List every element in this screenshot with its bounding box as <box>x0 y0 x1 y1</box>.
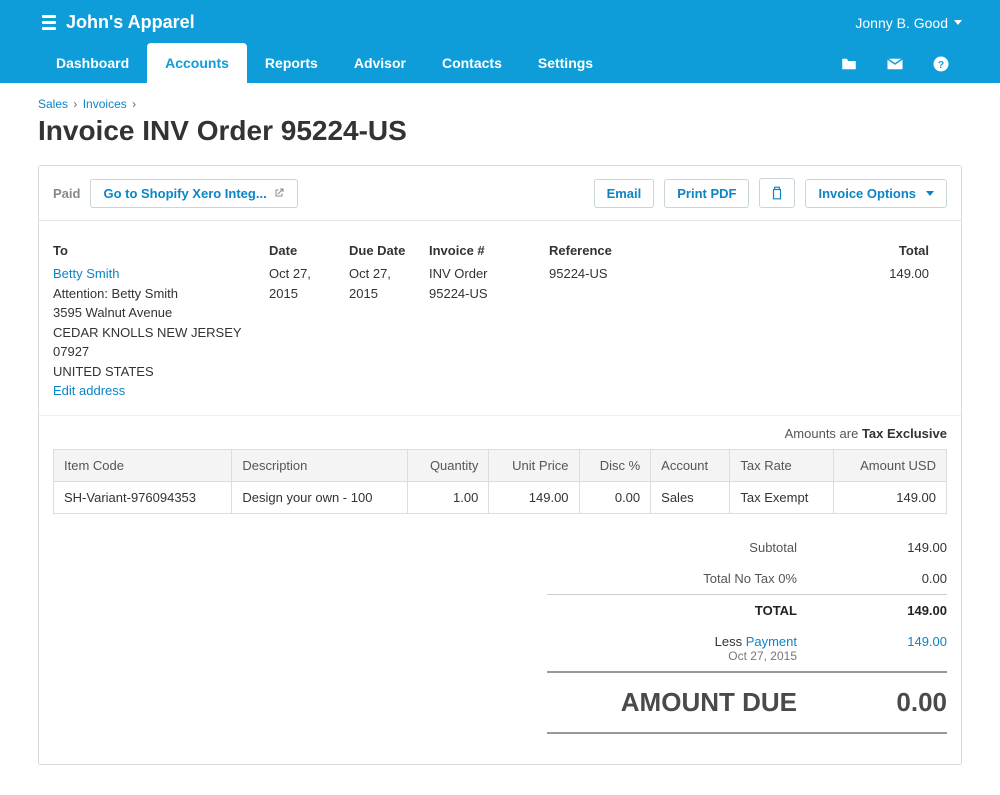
no-tax-label: Total No Tax 0% <box>567 571 827 586</box>
breadcrumb-invoices[interactable]: Invoices <box>83 97 127 111</box>
chevron-down-icon <box>954 20 962 25</box>
address-attention: Attention: Betty Smith <box>53 286 178 301</box>
email-button[interactable]: Email <box>594 179 655 208</box>
chevron-down-icon <box>926 191 934 196</box>
invoice-card: Paid Go to Shopify Xero Integ... Email P… <box>38 165 962 765</box>
meta-reference-label: Reference <box>549 243 809 258</box>
nav-tab-accounts[interactable]: Accounts <box>147 43 247 83</box>
nav-tab-dashboard[interactable]: Dashboard <box>38 43 147 83</box>
nav-tab-advisor[interactable]: Advisor <box>336 43 424 83</box>
cell-item-code: SH-Variant-976094353 <box>54 481 232 513</box>
subtotal-value: 149.00 <box>827 540 947 555</box>
less-label: Less <box>715 634 746 649</box>
nav-tab-reports[interactable]: Reports <box>247 43 336 83</box>
amount-due-label: AMOUNT DUE <box>567 687 827 718</box>
col-disc: Disc % <box>579 449 651 481</box>
cell-amount: 149.00 <box>834 481 947 513</box>
total-value: 149.00 <box>827 603 947 618</box>
meta-invoice-label: Invoice # <box>429 243 531 258</box>
meta-to-label: To <box>53 243 251 258</box>
main-nav: DashboardAccountsReportsAdvisorContactsS… <box>38 43 611 83</box>
nav-tab-contacts[interactable]: Contacts <box>424 43 520 83</box>
table-row: SH-Variant-976094353Design your own - 10… <box>54 481 947 513</box>
folder-icon[interactable] <box>838 55 860 73</box>
subtotal-label: Subtotal <box>567 540 827 555</box>
page-title: Invoice INV Order 95224-US <box>38 115 962 147</box>
col-unit-price: Unit Price <box>489 449 579 481</box>
total-label: TOTAL <box>567 603 827 618</box>
no-tax-value: 0.00 <box>827 571 947 586</box>
meta-invoice-value: INV Order 95224-US <box>429 264 531 303</box>
cell-disc: 0.00 <box>579 481 651 513</box>
meta-total-value: 149.00 <box>827 264 929 284</box>
col-description: Description <box>232 449 408 481</box>
help-icon[interactable]: ? <box>930 55 952 73</box>
menu-list-icon <box>38 15 56 30</box>
col-item-code: Item Code <box>54 449 232 481</box>
amount-due-value: 0.00 <box>827 687 947 718</box>
meta-total-label: Total <box>827 243 929 258</box>
user-name: Jonny B. Good <box>855 15 948 31</box>
org-switcher[interactable]: John's Apparel <box>38 12 195 33</box>
meta-date-value: Oct 27, 2015 <box>269 264 331 303</box>
cell-tax-rate: Tax Exempt <box>730 481 834 513</box>
svg-text:?: ? <box>938 59 944 71</box>
shopify-integration-button[interactable]: Go to Shopify Xero Integ... <box>90 179 297 208</box>
payment-date: Oct 27, 2015 <box>567 649 797 663</box>
col-amount: Amount USD <box>834 449 947 481</box>
invoice-options-button[interactable]: Invoice Options <box>805 179 947 208</box>
cell-account: Sales <box>651 481 730 513</box>
cell-quantity: 1.00 <box>408 481 489 513</box>
payment-link[interactable]: Payment <box>746 634 797 649</box>
print-pdf-button[interactable]: Print PDF <box>664 179 749 208</box>
address-city: CEDAR KNOLLS NEW JERSEY 07927 <box>53 325 241 360</box>
org-name: John's Apparel <box>66 12 195 33</box>
copy-button[interactable] <box>759 178 795 208</box>
meta-reference-value: 95224-US <box>549 264 809 284</box>
meta-date-label: Date <box>269 243 331 258</box>
address-country: UNITED STATES <box>53 364 154 379</box>
status-badge: Paid <box>53 186 80 201</box>
line-items-table: Item Code Description Quantity Unit Pric… <box>53 449 947 514</box>
shopify-button-label: Go to Shopify Xero Integ... <box>103 186 266 201</box>
nav-tab-settings[interactable]: Settings <box>520 43 611 83</box>
edit-address-link[interactable]: Edit address <box>53 383 125 398</box>
amounts-note: Amounts are Tax Exclusive <box>39 416 961 449</box>
cell-unit-price: 149.00 <box>489 481 579 513</box>
payment-amount: 149.00 <box>827 634 947 649</box>
col-quantity: Quantity <box>408 449 489 481</box>
user-menu[interactable]: Jonny B. Good <box>855 15 962 31</box>
external-link-icon <box>273 187 285 199</box>
col-tax-rate: Tax Rate <box>730 449 834 481</box>
address-street: 3595 Walnut Avenue <box>53 305 172 320</box>
col-account: Account <box>651 449 730 481</box>
meta-due-value: Oct 27, 2015 <box>349 264 411 303</box>
cell-description: Design your own - 100 <box>232 481 408 513</box>
top-header: John's Apparel Jonny B. Good DashboardAc… <box>0 0 1000 83</box>
breadcrumb: Sales › Invoices › <box>38 97 962 111</box>
breadcrumb-sales[interactable]: Sales <box>38 97 68 111</box>
contact-link[interactable]: Betty Smith <box>53 266 119 281</box>
clipboard-icon <box>770 185 784 201</box>
meta-due-label: Due Date <box>349 243 411 258</box>
mail-icon[interactable] <box>884 55 906 73</box>
